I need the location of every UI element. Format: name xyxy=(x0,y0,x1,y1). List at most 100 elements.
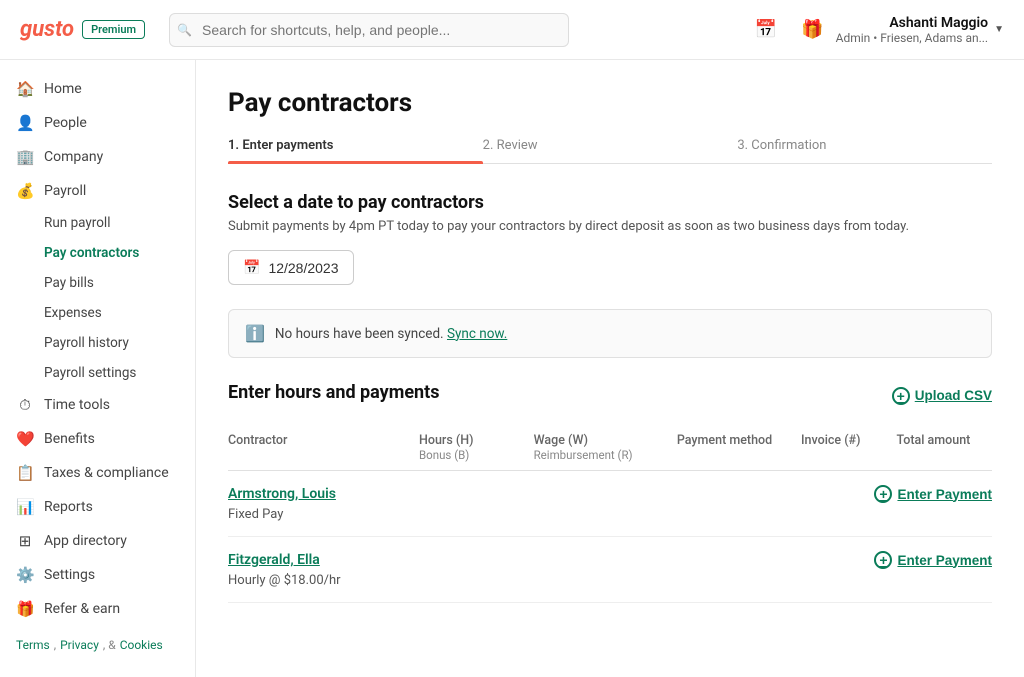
sidebar-item-home[interactable]: 🏠 Home xyxy=(0,72,195,106)
sidebar-item-pay-contractors[interactable]: Pay contractors xyxy=(0,238,195,268)
calendar-icon[interactable]: 📅 xyxy=(751,15,781,44)
step-1: 1. Enter payments xyxy=(228,138,483,163)
page-title: Pay contractors xyxy=(228,88,992,118)
logo: gusto xyxy=(20,17,74,42)
logo-area: gusto Premium xyxy=(20,17,145,42)
col-contractor: Contractor xyxy=(228,433,419,448)
sidebar-item-run-payroll[interactable]: Run payroll xyxy=(0,208,195,238)
col-wage: Wage (W) xyxy=(534,433,677,448)
contractor-row-top: Armstrong, Louis + Enter Payment xyxy=(228,485,992,503)
col-reimbursement: Reimbursement (R) xyxy=(534,448,677,462)
table-row: Fitzgerald, Ella + Enter Payment Hourly … xyxy=(228,537,992,603)
enter-payment-plus-icon: + xyxy=(874,485,892,503)
user-role: Admin • Friesen, Adams an... xyxy=(836,31,988,45)
nav-icons: 📅 🎁 xyxy=(751,15,828,44)
sidebar-item-benefits[interactable]: ❤️ Benefits xyxy=(0,422,195,456)
payroll-icon: 💰 xyxy=(16,182,34,200)
contractor-name-fitzgerald[interactable]: Fitzgerald, Ella xyxy=(228,552,320,568)
user-area[interactable]: Ashanti Maggio Admin • Friesen, Adams an… xyxy=(836,15,1004,45)
step-2: 2. Review xyxy=(483,138,738,163)
sidebar-item-people[interactable]: 👤 People xyxy=(0,106,195,140)
sidebar-item-taxes-compliance[interactable]: 📋 Taxes & compliance xyxy=(0,456,195,490)
col-bonus: Bonus (B) xyxy=(419,448,534,462)
footer-links: Terms, Privacy , & Cookies xyxy=(0,626,195,664)
alert-banner: ℹ️ No hours have been synced. Sync now. xyxy=(228,309,992,358)
table-row: Armstrong, Louis + Enter Payment Fixed P… xyxy=(228,471,992,537)
payments-heading-row: Enter hours and payments + Upload CSV xyxy=(228,382,992,409)
col-total-amount: Total amount xyxy=(897,433,993,448)
enter-payment-button-armstrong[interactable]: + Enter Payment xyxy=(874,485,992,503)
col-hours: Hours (H) xyxy=(419,433,534,448)
sidebar-item-time-tools-label: Time tools xyxy=(44,397,110,413)
app-directory-icon: ⊞ xyxy=(16,532,34,550)
sync-now-link[interactable]: Sync now. xyxy=(447,326,507,342)
sidebar-item-app-directory-label: App directory xyxy=(44,533,127,549)
col-invoice: Invoice (#) xyxy=(801,433,897,448)
sidebar-item-expenses[interactable]: Expenses xyxy=(0,298,195,328)
date-picker-button[interactable]: 📅 12/28/2023 xyxy=(228,250,354,285)
company-icon: 🏢 xyxy=(16,148,34,166)
benefits-icon: ❤️ xyxy=(16,430,34,448)
search-input[interactable] xyxy=(169,13,569,47)
sidebar-item-company-label: Company xyxy=(44,149,103,165)
sidebar-item-reports[interactable]: 📊 Reports xyxy=(0,490,195,524)
time-tools-icon: ⏱ xyxy=(16,396,34,414)
sidebar-item-settings[interactable]: ⚙️ Settings xyxy=(0,558,195,592)
premium-badge: Premium xyxy=(82,20,145,39)
enter-payment-button-fitzgerald[interactable]: + Enter Payment xyxy=(874,551,992,569)
date-value: 12/28/2023 xyxy=(268,260,338,276)
privacy-link[interactable]: Privacy xyxy=(60,638,99,652)
sidebar-item-time-tools[interactable]: ⏱ Time tools xyxy=(0,388,195,422)
people-icon: 👤 xyxy=(16,114,34,132)
sidebar-item-company[interactable]: 🏢 Company xyxy=(0,140,195,174)
calendar-icon: 📅 xyxy=(243,259,260,276)
sidebar-item-payroll-history[interactable]: Payroll history xyxy=(0,328,195,358)
taxes-icon: 📋 xyxy=(16,464,34,482)
pay-bills-label: Pay bills xyxy=(44,275,94,291)
cookies-link[interactable]: Cookies xyxy=(120,638,163,652)
sidebar-item-people-label: People xyxy=(44,115,87,131)
payroll-history-label: Payroll history xyxy=(44,335,129,351)
terms-link[interactable]: Terms xyxy=(16,638,50,652)
search-bar xyxy=(169,13,569,47)
sidebar-item-home-label: Home xyxy=(44,81,82,97)
user-menu-chevron-down-icon: ▼ xyxy=(994,24,1004,35)
enter-payment-plus-icon-2: + xyxy=(874,551,892,569)
col-payment-method: Payment method xyxy=(677,433,801,448)
sidebar-item-reports-label: Reports xyxy=(44,499,93,515)
sidebar-item-benefits-label: Benefits xyxy=(44,431,95,447)
upload-csv-plus-icon: + xyxy=(892,387,910,405)
select-date-subtext: Submit payments by 4pm PT today to pay y… xyxy=(228,219,992,234)
top-nav: gusto Premium 📅 🎁 Ashanti Maggio Admin •… xyxy=(0,0,1024,60)
sidebar-item-refer-earn-label: Refer & earn xyxy=(44,601,120,617)
payroll-settings-label: Payroll settings xyxy=(44,365,136,381)
table-header: Contractor Hours (H) Bonus (B) Wage (W) … xyxy=(228,425,992,471)
home-icon: 🏠 xyxy=(16,80,34,98)
contractor-row-top: Fitzgerald, Ella + Enter Payment xyxy=(228,551,992,569)
sidebar-item-pay-bills[interactable]: Pay bills xyxy=(0,268,195,298)
sidebar-item-payroll[interactable]: 💰 Payroll xyxy=(0,174,195,208)
sidebar-item-taxes-label: Taxes & compliance xyxy=(44,465,169,481)
select-date-heading: Select a date to pay contractors xyxy=(228,192,992,213)
sidebar-item-refer-earn[interactable]: 🎁 Refer & earn xyxy=(0,592,195,626)
main-content: Pay contractors 1. Enter payments 2. Rev… xyxy=(196,60,1024,677)
gift-icon[interactable]: 🎁 xyxy=(797,15,827,44)
contractor-type-armstrong: Fixed Pay xyxy=(228,507,992,522)
step-3: 3. Confirmation xyxy=(737,138,992,163)
upload-csv-button[interactable]: + Upload CSV xyxy=(892,387,992,405)
info-icon: ℹ️ xyxy=(245,324,265,343)
settings-icon: ⚙️ xyxy=(16,566,34,584)
sidebar-item-app-directory[interactable]: ⊞ App directory xyxy=(0,524,195,558)
pay-contractors-label: Pay contractors xyxy=(44,245,139,261)
contractor-name-armstrong[interactable]: Armstrong, Louis xyxy=(228,486,336,502)
run-payroll-label: Run payroll xyxy=(44,215,111,231)
refer-earn-icon: 🎁 xyxy=(16,600,34,618)
sidebar-item-settings-label: Settings xyxy=(44,567,95,583)
expenses-label: Expenses xyxy=(44,305,102,321)
sidebar: 🏠 Home 👤 People 🏢 Company 💰 Payroll Run … xyxy=(0,60,196,677)
user-name: Ashanti Maggio xyxy=(836,15,988,31)
sidebar-item-payroll-settings[interactable]: Payroll settings xyxy=(0,358,195,388)
alert-message: No hours have been synced. Sync now. xyxy=(275,326,507,342)
payments-heading: Enter hours and payments xyxy=(228,382,439,403)
stepper: 1. Enter payments 2. Review 3. Confirmat… xyxy=(228,138,992,164)
